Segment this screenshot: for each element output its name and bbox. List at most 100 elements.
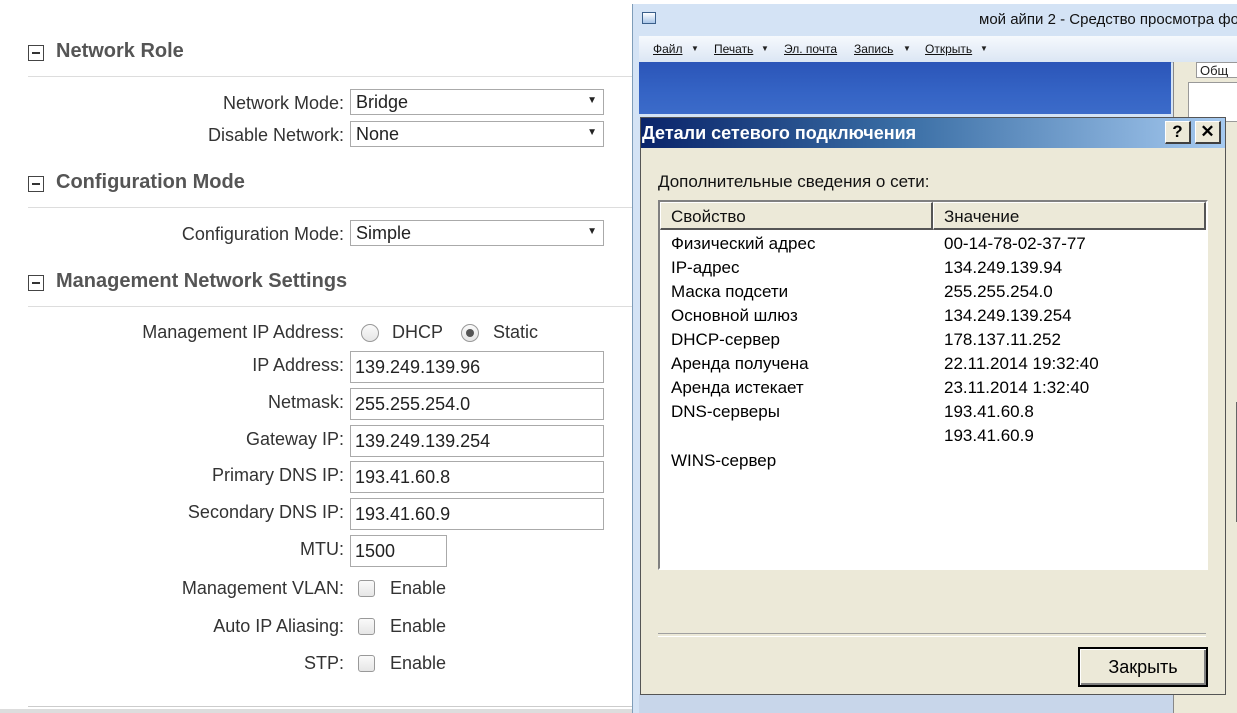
ip-address-row: IP Address: 139.249.139.96 xyxy=(0,351,632,383)
disable-network-value: None xyxy=(356,124,400,144)
secondary-dns-label: Secondary DNS IP: xyxy=(187,502,344,522)
menu-burn[interactable]: Запись xyxy=(854,42,893,56)
management-ip-label: Management IP Address: xyxy=(142,322,344,342)
property-name: WINS-сервер xyxy=(671,451,777,470)
management-vlan-label: Management VLAN: xyxy=(181,578,344,598)
netmask-label: Netmask: xyxy=(267,392,344,412)
netmask-row: Netmask: 255.255.254.0 xyxy=(0,388,632,420)
property-value: 23.11.2014 1:32:40 xyxy=(944,378,1090,397)
property-name: Аренда получена xyxy=(671,354,809,373)
configuration-mode-value: Simple xyxy=(356,223,412,243)
page-scroll-edge xyxy=(0,709,632,713)
configuration-mode-label: Configuration Mode: xyxy=(181,224,344,244)
configuration-mode-select[interactable]: Simple ▼ xyxy=(350,220,604,246)
property-value: 193.41.60.9 xyxy=(944,426,1034,445)
menu-open[interactable]: Открыть xyxy=(925,42,972,56)
primary-dns-value: 193.41.60.8 xyxy=(355,467,451,487)
list-item[interactable]: Аренда получена 22.11.2014 19:32:40 xyxy=(660,352,1206,376)
menu-print[interactable]: Печать xyxy=(714,42,753,56)
column-header-value-label: Значение xyxy=(944,207,1020,226)
list-item[interactable]: WINS-сервер xyxy=(660,449,1206,473)
collapse-icon[interactable] xyxy=(28,275,44,291)
background-panel-fragment xyxy=(1188,82,1237,122)
ip-address-label: IP Address: xyxy=(252,355,344,375)
list-item[interactable]: Физический адрес 00-14-78-02-37-77 xyxy=(660,232,1206,256)
network-mode-value: Bridge xyxy=(356,92,409,112)
stp-row: STP: Enable xyxy=(0,649,632,677)
configuration-mode-row: Configuration Mode: Simple ▼ xyxy=(0,220,632,248)
network-details-dialog: Детали сетевого подключения ? ✕ Дополнит… xyxy=(640,117,1226,695)
close-icon[interactable]: ✕ xyxy=(1195,121,1221,144)
property-value: 22.11.2014 19:32:40 xyxy=(944,354,1099,373)
collapse-icon[interactable] xyxy=(28,45,44,61)
dhcp-radio[interactable] xyxy=(361,324,379,342)
management-ip-type-row: Management IP Address: DHCP Static xyxy=(0,318,632,346)
photo-bottom-strip xyxy=(639,694,1173,713)
mtu-input[interactable]: 1500 xyxy=(350,535,447,567)
network-mode-label: Network Mode: xyxy=(222,93,344,113)
property-value: 134.249.139.94 xyxy=(944,258,1063,277)
secondary-dns-input[interactable]: 193.41.60.9 xyxy=(350,498,604,530)
column-header-property-label: Свойство xyxy=(671,207,746,226)
menu-file[interactable]: Файл xyxy=(653,42,683,56)
property-value: 193.41.60.8 xyxy=(944,402,1034,421)
photo-viewer-menubar: Файл ▼ Печать ▼ Эл. почта Запись ▼ Откры… xyxy=(639,36,1237,63)
static-radio[interactable] xyxy=(461,324,479,342)
management-vlan-row: Management VLAN: Enable xyxy=(0,574,632,602)
ip-address-value: 139.249.139.96 xyxy=(355,357,481,377)
menu-email[interactable]: Эл. почта xyxy=(784,42,837,56)
secondary-dns-row: Secondary DNS IP: 193.41.60.9 xyxy=(0,498,632,530)
stp-enable-label: Enable xyxy=(390,653,447,673)
management-vlan-enable-label: Enable xyxy=(390,578,447,598)
photo-viewer-title: мой айпи 2 - Средство просмотра фо xyxy=(979,11,1237,28)
primary-dns-row: Primary DNS IP: 193.41.60.8 xyxy=(0,461,632,493)
gateway-input[interactable]: 139.249.139.254 xyxy=(350,425,604,457)
photo-image-area xyxy=(639,62,1171,114)
property-name: Аренда истекает xyxy=(671,378,804,397)
close-button[interactable]: Закрыть xyxy=(1078,647,1208,687)
stp-label: STP: xyxy=(303,653,344,673)
dialog-divider xyxy=(658,633,1206,637)
network-mode-select[interactable]: Bridge ▼ xyxy=(350,89,604,115)
primary-dns-input[interactable]: 193.41.60.8 xyxy=(350,461,604,493)
disable-network-row: Disable Network: None ▼ xyxy=(0,121,632,149)
list-item[interactable]: Основной шлюз 134.249.139.254 xyxy=(660,304,1206,328)
background-tab-fragment: Общ xyxy=(1196,62,1237,78)
secondary-dns-value: 193.41.60.9 xyxy=(355,504,451,524)
list-item[interactable]: IP-адрес 134.249.139.94 xyxy=(660,256,1206,280)
property-name: IP-адрес xyxy=(671,258,740,277)
disable-network-label: Disable Network: xyxy=(207,125,344,145)
management-vlan-checkbox[interactable] xyxy=(358,580,375,597)
menu-arrow-icon[interactable]: ▼ xyxy=(761,44,769,53)
list-item[interactable]: Аренда истекает 23.11.2014 1:32:40 xyxy=(660,376,1206,400)
property-name: DHCP-сервер xyxy=(671,330,780,349)
help-icon[interactable]: ? xyxy=(1165,121,1191,144)
list-item[interactable]: 193.41.60.9 xyxy=(660,424,1206,448)
mtu-row: MTU: 1500 xyxy=(0,535,632,567)
list-item[interactable]: Маска подсети 255.255.254.0 xyxy=(660,280,1206,304)
netmask-input[interactable]: 255.255.254.0 xyxy=(350,388,604,420)
disable-network-select[interactable]: None ▼ xyxy=(350,121,604,147)
stp-checkbox[interactable] xyxy=(358,655,375,672)
menu-arrow-icon[interactable]: ▼ xyxy=(691,44,699,53)
property-name: Физический адрес xyxy=(671,234,816,253)
column-header-value[interactable]: Значение xyxy=(933,202,1206,230)
collapse-icon[interactable] xyxy=(28,176,44,192)
dialog-titlebar: Детали сетевого подключения ? ✕ xyxy=(641,118,1225,148)
property-value: 255.255.254.0 xyxy=(944,282,1053,301)
property-name: Основной шлюз xyxy=(671,306,798,325)
list-item[interactable]: DHCP-сервер 178.137.11.252 xyxy=(660,328,1206,352)
list-item[interactable]: DNS-серверы 193.41.60.8 xyxy=(660,400,1206,424)
ip-address-input[interactable]: 139.249.139.96 xyxy=(350,351,604,383)
network-properties-list[interactable]: Свойство Значение Физический адрес 00-14… xyxy=(658,200,1208,570)
auto-ip-aliasing-checkbox[interactable] xyxy=(358,618,375,635)
section-configuration-mode: Configuration Mode xyxy=(28,171,632,208)
dropdown-arrow-icon: ▼ xyxy=(587,127,597,138)
mtu-value: 1500 xyxy=(355,541,396,561)
network-mode-row: Network Mode: Bridge ▼ xyxy=(0,89,632,117)
menu-arrow-icon[interactable]: ▼ xyxy=(980,44,988,53)
mtu-label: MTU: xyxy=(300,539,344,559)
menu-arrow-icon[interactable]: ▼ xyxy=(903,44,911,53)
column-header-property[interactable]: Свойство xyxy=(660,202,933,230)
dropdown-arrow-icon: ▼ xyxy=(587,95,597,106)
